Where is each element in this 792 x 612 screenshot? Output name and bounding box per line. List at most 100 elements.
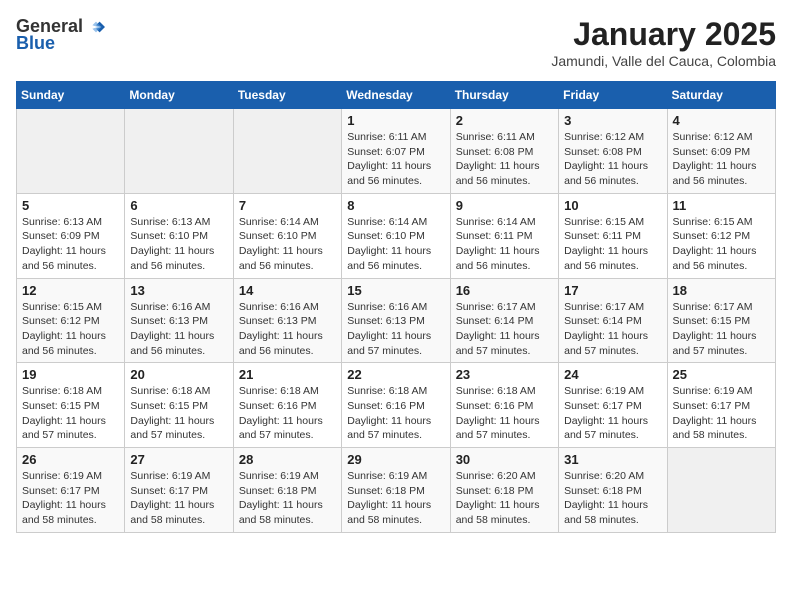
calendar-cell: 6Sunrise: 6:13 AM Sunset: 6:10 PM Daylig… [125, 193, 233, 278]
day-number: 13 [130, 283, 227, 298]
day-number: 8 [347, 198, 444, 213]
calendar-week-row: 26 Sunrise: 6:19 AM Sunset: 6:17 PM Dayli… [17, 448, 776, 533]
weekday-header: Monday [125, 82, 233, 109]
day-info: Sunrise: 6:19 AM Sunset: 6:17 PM Dayligh… [564, 384, 661, 443]
day-info: Sunrise: 6:15 AM Sunset: 6:11 PM Dayligh… [564, 215, 661, 274]
day-info: Sunrise: 6:16 AM Sunset: 6:13 PM Dayligh… [347, 300, 444, 359]
calendar-cell: 24 Sunrise: 6:19 AM Sunset: 6:17 PM Dayli… [559, 363, 667, 448]
calendar-cell: 31 Sunrise: 6:20 AM Sunset: 6:18 PM Dayli… [559, 448, 667, 533]
weekday-header: Sunday [17, 82, 125, 109]
title-area: January 2025 Jamundi, Valle del Cauca, C… [551, 16, 776, 69]
calendar-cell: 7 Sunrise: 6:14 AM Sunset: 6:10 PM Daylig… [233, 193, 341, 278]
calendar-cell: 3 Sunrise: 6:12 AM Sunset: 6:08 PM Daylig… [559, 109, 667, 194]
day-number: 31 [564, 452, 661, 467]
day-info: Sunrise: 6:13 AM Sunset: 6:09 PM Dayligh… [22, 215, 119, 274]
calendar-cell [125, 109, 233, 194]
weekday-header: Thursday [450, 82, 558, 109]
day-info: Sunrise: 6:19 AM Sunset: 6:18 PM Dayligh… [347, 469, 444, 528]
location-title: Jamundi, Valle del Cauca, Colombia [551, 53, 776, 69]
day-number: 26 [22, 452, 119, 467]
calendar-cell: 5 Sunrise: 6:13 AM Sunset: 6:09 PM Daylig… [17, 193, 125, 278]
day-number: 24 [564, 367, 661, 382]
calendar-cell: 17Sunrise: 6:17 AM Sunset: 6:14 PM Dayli… [559, 278, 667, 363]
day-info: Sunrise: 6:14 AM Sunset: 6:11 PM Dayligh… [456, 215, 553, 274]
day-info: Sunrise: 6:15 AM Sunset: 6:12 PM Dayligh… [673, 215, 770, 274]
day-number: 10 [564, 198, 661, 213]
calendar-cell: 12 Sunrise: 6:15 AM Sunset: 6:12 PM Dayli… [17, 278, 125, 363]
calendar-cell: 1Sunrise: 6:11 AM Sunset: 6:07 PM Daylig… [342, 109, 450, 194]
day-info: Sunrise: 6:11 AM Sunset: 6:08 PM Dayligh… [456, 130, 553, 189]
day-number: 7 [239, 198, 336, 213]
day-number: 2 [456, 113, 553, 128]
day-info: Sunrise: 6:14 AM Sunset: 6:10 PM Dayligh… [239, 215, 336, 274]
weekday-header: Tuesday [233, 82, 341, 109]
day-info: Sunrise: 6:12 AM Sunset: 6:08 PM Dayligh… [564, 130, 661, 189]
day-info: Sunrise: 6:18 AM Sunset: 6:15 PM Dayligh… [22, 384, 119, 443]
month-title: January 2025 [551, 16, 776, 53]
day-info: Sunrise: 6:20 AM Sunset: 6:18 PM Dayligh… [456, 469, 553, 528]
calendar-week-row: 19 Sunrise: 6:18 AM Sunset: 6:15 PM Dayli… [17, 363, 776, 448]
calendar-cell [17, 109, 125, 194]
day-number: 22 [347, 367, 444, 382]
day-number: 12 [22, 283, 119, 298]
day-number: 14 [239, 283, 336, 298]
calendar-cell: 8 Sunrise: 6:14 AM Sunset: 6:10 PM Daylig… [342, 193, 450, 278]
day-number: 25 [673, 367, 770, 382]
calendar-cell: 15 Sunrise: 6:16 AM Sunset: 6:13 PM Dayli… [342, 278, 450, 363]
calendar-cell: 20 Sunrise: 6:18 AM Sunset: 6:15 PM Dayli… [125, 363, 233, 448]
day-info: Sunrise: 6:17 AM Sunset: 6:15 PM Dayligh… [673, 300, 770, 359]
day-info: Sunrise: 6:14 AM Sunset: 6:10 PM Dayligh… [347, 215, 444, 274]
weekday-header: Saturday [667, 82, 775, 109]
calendar-cell: 27 Sunrise: 6:19 AM Sunset: 6:17 PM Dayli… [125, 448, 233, 533]
day-number: 9 [456, 198, 553, 213]
day-info: Sunrise: 6:19 AM Sunset: 6:18 PM Dayligh… [239, 469, 336, 528]
day-info: Sunrise: 6:19 AM Sunset: 6:17 PM Dayligh… [130, 469, 227, 528]
calendar-week-row: 5 Sunrise: 6:13 AM Sunset: 6:09 PM Daylig… [17, 193, 776, 278]
calendar-cell: 25 Sunrise: 6:19 AM Sunset: 6:17 PM Dayli… [667, 363, 775, 448]
day-info: Sunrise: 6:17 AM Sunset: 6:14 PM Dayligh… [456, 300, 553, 359]
day-number: 21 [239, 367, 336, 382]
calendar-cell: 2 Sunrise: 6:11 AM Sunset: 6:08 PM Daylig… [450, 109, 558, 194]
day-info: Sunrise: 6:19 AM Sunset: 6:17 PM Dayligh… [673, 384, 770, 443]
calendar-table: SundayMondayTuesdayWednesdayThursdayFrid… [16, 81, 776, 533]
day-info: Sunrise: 6:20 AM Sunset: 6:18 PM Dayligh… [564, 469, 661, 528]
day-number: 27 [130, 452, 227, 467]
day-number: 4 [673, 113, 770, 128]
day-number: 3 [564, 113, 661, 128]
day-info: Sunrise: 6:12 AM Sunset: 6:09 PM Dayligh… [673, 130, 770, 189]
logo-icon [87, 18, 105, 36]
day-info: Sunrise: 6:11 AM Sunset: 6:07 PM Dayligh… [347, 130, 444, 189]
calendar-cell: 14 Sunrise: 6:16 AM Sunset: 6:13 PM Dayli… [233, 278, 341, 363]
day-info: Sunrise: 6:18 AM Sunset: 6:15 PM Dayligh… [130, 384, 227, 443]
day-number: 30 [456, 452, 553, 467]
day-number: 6 [130, 198, 227, 213]
day-info: Sunrise: 6:19 AM Sunset: 6:17 PM Dayligh… [22, 469, 119, 528]
weekday-header: Wednesday [342, 82, 450, 109]
calendar-cell: 28Sunrise: 6:19 AM Sunset: 6:18 PM Dayli… [233, 448, 341, 533]
day-number: 19 [22, 367, 119, 382]
day-number: 5 [22, 198, 119, 213]
logo-blue: Blue [16, 33, 55, 54]
weekday-header: Friday [559, 82, 667, 109]
day-info: Sunrise: 6:18 AM Sunset: 6:16 PM Dayligh… [239, 384, 336, 443]
calendar-cell: 11Sunrise: 6:15 AM Sunset: 6:12 PM Dayli… [667, 193, 775, 278]
day-info: Sunrise: 6:16 AM Sunset: 6:13 PM Dayligh… [239, 300, 336, 359]
calendar-cell: 23Sunrise: 6:18 AM Sunset: 6:16 PM Dayli… [450, 363, 558, 448]
day-info: Sunrise: 6:18 AM Sunset: 6:16 PM Dayligh… [347, 384, 444, 443]
day-number: 29 [347, 452, 444, 467]
calendar-cell: 22 Sunrise: 6:18 AM Sunset: 6:16 PM Dayli… [342, 363, 450, 448]
day-number: 20 [130, 367, 227, 382]
calendar-cell: 9 Sunrise: 6:14 AM Sunset: 6:11 PM Daylig… [450, 193, 558, 278]
day-info: Sunrise: 6:15 AM Sunset: 6:12 PM Dayligh… [22, 300, 119, 359]
calendar-cell: 19 Sunrise: 6:18 AM Sunset: 6:15 PM Dayli… [17, 363, 125, 448]
calendar-cell [233, 109, 341, 194]
calendar-header-row: SundayMondayTuesdayWednesdayThursdayFrid… [17, 82, 776, 109]
day-number: 23 [456, 367, 553, 382]
day-number: 15 [347, 283, 444, 298]
calendar-cell: 29 Sunrise: 6:19 AM Sunset: 6:18 PM Dayli… [342, 448, 450, 533]
calendar-cell [667, 448, 775, 533]
day-number: 16 [456, 283, 553, 298]
calendar-cell: 26 Sunrise: 6:19 AM Sunset: 6:17 PM Dayli… [17, 448, 125, 533]
calendar-week-row: 1Sunrise: 6:11 AM Sunset: 6:07 PM Daylig… [17, 109, 776, 194]
calendar-cell: 16 Sunrise: 6:17 AM Sunset: 6:14 PM Dayli… [450, 278, 558, 363]
